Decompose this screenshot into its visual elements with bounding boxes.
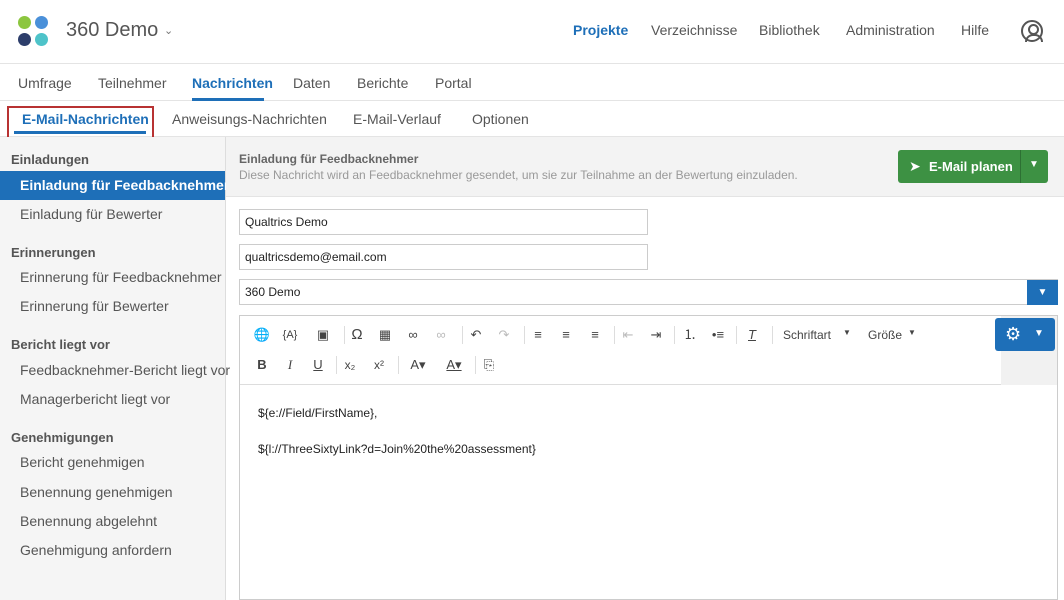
subtab-anweisungs-nachrichten[interactable]: Anweisungs-Nachrichten (172, 111, 327, 127)
sidebar-item-einladung-bewerter[interactable]: Einladung für Bewerter (0, 200, 225, 229)
table-icon[interactable]: ▦ (375, 326, 395, 344)
body-line[interactable]: ${e://Field/FirstName}, (258, 406, 377, 420)
message-sidebar: Einladungen Einladung für Feedbacknehmer… (0, 137, 230, 600)
preview-icon[interactable]: ⎘ (479, 356, 499, 374)
schedule-email-button[interactable]: ➤ E-Mail planen ▼ (898, 150, 1048, 183)
italic-icon[interactable]: I (280, 356, 300, 374)
font-family-select[interactable]: Schriftart (783, 328, 831, 342)
caret-down-icon[interactable]: ▼ (843, 328, 851, 337)
clear-format-icon[interactable]: T (742, 326, 762, 344)
nav-hilfe[interactable]: Hilfe (961, 22, 989, 38)
logo-icon[interactable] (18, 16, 50, 48)
link-icon[interactable]: ∞ (403, 326, 423, 344)
superscript-icon[interactable]: x² (369, 356, 389, 374)
gear-icon: ⚙ (1005, 324, 1022, 344)
toolbar-divider (674, 326, 675, 344)
tab-daten[interactable]: Daten (293, 75, 330, 91)
subtab-optionen[interactable]: Optionen (472, 111, 529, 127)
piped-text-icon[interactable]: {A} (280, 326, 300, 344)
align-center-icon[interactable]: ≡ (556, 326, 576, 344)
toolbar-divider (475, 356, 476, 374)
chevron-down-icon[interactable]: ▼ (1027, 280, 1058, 305)
message-subtabs: E-Mail-Nachrichten Anweisungs-Nachrichte… (0, 101, 1064, 142)
toolbar-divider (344, 326, 345, 344)
subtab-email-nachrichten[interactable]: E-Mail-Nachrichten (22, 111, 149, 127)
indent-icon[interactable]: ⇥ (646, 326, 666, 344)
font-size-select[interactable]: Größe (868, 328, 902, 342)
body-line[interactable]: ${l://ThreeSixtyLink?d=Join%20the%20asse… (258, 442, 536, 456)
nav-administration[interactable]: Administration (846, 22, 935, 38)
sidebar-item-bericht-genehmigen[interactable]: Bericht genehmigen (0, 448, 225, 477)
sidebar-item-erinnerung-feedbacknehmer[interactable]: Erinnerung für Feedbacknehmer (0, 263, 225, 292)
project-title[interactable]: 360 Demo (66, 19, 158, 42)
nav-projekte[interactable]: Projekte (573, 22, 628, 38)
tab-berichte[interactable]: Berichte (357, 75, 408, 91)
tab-teilnehmer[interactable]: Teilnehmer (98, 75, 166, 91)
project-tabs: Umfrage Teilnehmer Nachrichten Daten Ber… (0, 64, 1064, 101)
redo-icon[interactable]: ↷ (494, 326, 514, 344)
unlink-icon[interactable]: ∞ (431, 326, 451, 344)
underline-icon[interactable]: U (308, 356, 328, 374)
special-char-icon[interactable]: Ω (347, 326, 367, 344)
align-right-icon[interactable]: ≡ (585, 326, 605, 344)
tab-nachrichten[interactable]: Nachrichten (192, 75, 273, 91)
toolbar-divider (736, 326, 737, 344)
nav-verzeichnisse[interactable]: Verzeichnisse (651, 22, 737, 38)
editor-toolbar: 🌐 {A} ▣ Ω ▦ ∞ ∞ ↶ ↷ ≡ ≡ ≡ ⇤ ⇥ ⒈ •≡ T Sch… (240, 316, 1057, 385)
toolbar-divider (398, 356, 399, 374)
chevron-down-icon: ▼ (1034, 328, 1044, 339)
toolbar-divider (462, 326, 463, 344)
nav-bibliothek[interactable]: Bibliothek (759, 22, 820, 38)
editor-options-button[interactable]: ⚙ ▼ (995, 318, 1055, 351)
sidebar-item-einladung-feedbacknehmer[interactable]: Einladung für Feedbacknehmer (0, 171, 229, 200)
bulleted-list-icon[interactable]: •≡ (708, 326, 728, 344)
align-left-icon[interactable]: ≡ (528, 326, 548, 344)
message-title: Einladung für Feedbacknehmer (239, 152, 419, 166)
library-select[interactable]: 360 Demo (239, 279, 1058, 305)
message-header: Einladung für Feedbacknehmer Diese Nachr… (226, 137, 1064, 197)
chevron-down-icon[interactable]: ⌄ (164, 24, 173, 37)
schedule-email-label: E-Mail planen (929, 159, 1013, 174)
numbered-list-icon[interactable]: ⒈ (680, 326, 700, 344)
sidebar-item-genehmigung-anfordern[interactable]: Genehmigung anfordern (0, 536, 225, 565)
tab-portal[interactable]: Portal (435, 75, 472, 91)
sidebar-item-erinnerung-bewerter[interactable]: Erinnerung für Bewerter (0, 292, 225, 321)
text-color-icon[interactable]: A▾ (441, 356, 467, 374)
top-bar: 360 Demo ⌄ Projekte Verzeichnisse Biblio… (0, 0, 1064, 64)
paper-plane-icon: ➤ (909, 158, 921, 174)
toolbar-divider (772, 326, 773, 344)
message-editor[interactable]: 🌐 {A} ▣ Ω ▦ ∞ ∞ ↶ ↷ ≡ ≡ ≡ ⇤ ⇥ ⒈ •≡ T Sch… (239, 315, 1058, 600)
tab-umfrage[interactable]: Umfrage (18, 75, 72, 91)
toolbar-divider (614, 326, 615, 344)
undo-icon[interactable]: ↶ (466, 326, 486, 344)
sidebar-heading: Bericht liegt vor (11, 337, 110, 352)
user-icon[interactable] (1021, 20, 1043, 42)
sidebar-item-benennung-abgelehnt[interactable]: Benennung abgelehnt (0, 507, 225, 536)
caret-down-icon[interactable]: ▼ (908, 328, 916, 337)
toolbar-divider (524, 326, 525, 344)
sidebar-item-feedbacknehmer-bericht[interactable]: Feedbacknehmer-Bericht liegt vor (0, 356, 230, 385)
from-email-field[interactable]: qualtricsdemo@email.com (239, 244, 648, 270)
active-subtab-indicator (14, 131, 146, 134)
subscript-icon[interactable]: x₂ (340, 356, 360, 374)
background-color-icon[interactable]: A▾ (405, 356, 431, 374)
sidebar-item-benennung-genehmigen[interactable]: Benennung genehmigen (0, 478, 225, 507)
button-divider (1020, 150, 1021, 183)
subtab-email-verlauf[interactable]: E-Mail-Verlauf (353, 111, 441, 127)
message-description: Diese Nachricht wird an Feedbacknehmer g… (239, 168, 798, 182)
globe-icon[interactable]: 🌐 (252, 326, 272, 344)
bold-icon[interactable]: B (252, 356, 272, 374)
chevron-down-icon[interactable]: ▼ (1029, 159, 1039, 170)
from-name-field[interactable]: Qualtrics Demo (239, 209, 648, 235)
sidebar-heading: Einladungen (11, 152, 89, 167)
toolbar-divider (336, 356, 337, 374)
outdent-icon[interactable]: ⇤ (618, 326, 638, 344)
sidebar-item-managerbericht[interactable]: Managerbericht liegt vor (0, 385, 225, 414)
sidebar-heading: Erinnerungen (11, 245, 96, 260)
image-icon[interactable]: ▣ (313, 326, 333, 344)
sidebar-heading: Genehmigungen (11, 430, 114, 445)
